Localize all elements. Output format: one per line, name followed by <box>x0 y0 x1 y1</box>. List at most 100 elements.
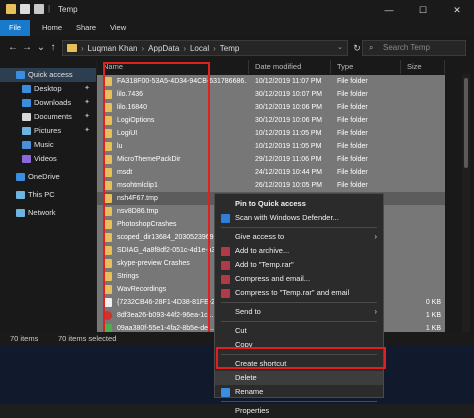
winrar-icon <box>221 247 230 256</box>
address-bar[interactable]: › Luqman Khan › AppData › Local › Temp ⌄ <box>62 40 348 56</box>
ribbon-tabs: File Home Share View <box>0 20 474 36</box>
column-header-date[interactable]: Date modified <box>249 60 331 74</box>
navigation-pane: Quick access Desktop ✦ Downloads ✦ Docum… <box>0 60 96 332</box>
breadcrumb-separator: › <box>183 44 186 53</box>
column-header-type[interactable]: Type <box>331 60 401 74</box>
sidebar-item-label: Music <box>34 140 54 149</box>
menu-item-give-access-to[interactable]: Give access to › <box>215 230 383 244</box>
table-row[interactable]: lu 10/12/2019 11:05 PM File folder <box>97 140 445 153</box>
winrar-icon <box>221 261 230 270</box>
menu-item-copy[interactable]: Copy <box>215 338 383 352</box>
column-header-name[interactable]: Name <box>97 60 249 74</box>
back-button[interactable]: ← <box>6 40 20 56</box>
menu-item-label: Scan with Windows Defender... <box>235 213 339 222</box>
close-button[interactable]: ✕ <box>440 0 474 20</box>
cell-type: File folder <box>337 156 368 163</box>
tab-file[interactable]: File <box>0 20 30 36</box>
menu-item-compress-and-email[interactable]: Compress and email... <box>215 272 383 286</box>
maximize-button[interactable]: ☐ <box>406 0 440 20</box>
sidebar-item-network[interactable]: Network <box>0 206 96 220</box>
forward-button[interactable]: → <box>20 40 34 56</box>
file-icon <box>103 298 112 307</box>
new-folder-icon[interactable] <box>34 4 44 14</box>
folder-icon <box>103 285 112 294</box>
menu-item-label: Compress and email... <box>235 274 311 283</box>
pin-icon: ✦ <box>84 127 90 134</box>
sidebar-item-pictures[interactable]: Pictures ✦ <box>0 124 96 138</box>
sidebar-item-downloads[interactable]: Downloads ✦ <box>0 96 96 110</box>
menu-item-cut[interactable]: Cut <box>215 324 383 338</box>
menu-item-label: Properties <box>235 406 270 415</box>
folder-icon <box>103 207 112 216</box>
table-row[interactable]: FA318F00-53A5-4D34-94CB-631786686... 10/1… <box>97 75 445 88</box>
desktop-icon <box>22 85 31 93</box>
menu-item-scan-with-windows-defender[interactable]: Scan with Windows Defender... <box>215 211 383 225</box>
cell-size: 1 KB <box>425 312 441 319</box>
tab-share[interactable]: Share <box>76 20 96 36</box>
sidebar-item-documents[interactable]: Documents ✦ <box>0 110 96 124</box>
menu-item-label: Create shortcut <box>235 359 287 368</box>
sidebar-item-music[interactable]: Music <box>0 138 96 152</box>
cell-name: FA318F00-53A5-4D34-94CB-631786686... <box>117 78 247 85</box>
menu-separator <box>221 401 377 402</box>
cell-type: File folder <box>337 78 368 85</box>
column-header-size[interactable]: Size <box>401 60 445 74</box>
menu-item-delete[interactable]: Delete <box>215 371 383 385</box>
breadcrumb-appdata[interactable]: AppData <box>148 43 179 54</box>
download-icon <box>22 99 31 107</box>
shield-icon <box>221 388 230 397</box>
cell-size <box>407 166 441 179</box>
sidebar-item-videos[interactable]: Videos <box>0 152 96 166</box>
cell-type: File folder <box>337 130 368 137</box>
breadcrumb-luqman-khan[interactable]: Luqman Khan <box>88 43 138 54</box>
menu-item-label: Pin to Quick access <box>235 199 306 208</box>
menu-item-add-to-archive[interactable]: Add to archive... <box>215 244 383 258</box>
menu-item-rename[interactable]: Rename <box>215 385 383 399</box>
menu-item-label: Delete <box>235 373 257 382</box>
breadcrumb-local[interactable]: Local <box>190 43 209 54</box>
tab-view[interactable]: View <box>110 20 126 36</box>
sidebar-item-onedrive[interactable]: OneDrive <box>0 170 96 184</box>
minimize-button[interactable]: — <box>372 0 406 20</box>
table-row[interactable]: msdt 24/12/2019 10:44 PM File folder <box>97 166 445 179</box>
menu-item-create-shortcut[interactable]: Create shortcut <box>215 357 383 371</box>
menu-item-send-to[interactable]: Send to › <box>215 305 383 319</box>
table-row[interactable]: lilo.7436 30/12/2019 10:07 PM File folder <box>97 88 445 101</box>
cell-size <box>407 101 441 114</box>
table-row[interactable]: LogiUI 10/12/2019 11:05 PM File folder <box>97 127 445 140</box>
tab-home[interactable]: Home <box>42 20 62 36</box>
menu-item-properties[interactable]: Properties <box>215 404 383 418</box>
table-row[interactable]: LogiOptions 30/12/2019 10:06 PM File folde… <box>97 114 445 127</box>
toolbar-separator: | <box>48 4 51 13</box>
cell-date: 30/12/2019 10:07 PM <box>255 91 322 98</box>
quick-access-toolbar: | <box>6 4 50 14</box>
cell-name: msdt <box>117 169 133 176</box>
folder-icon <box>103 155 112 164</box>
address-dropdown-icon[interactable]: ⌄ <box>337 43 343 51</box>
folder-icon <box>103 259 112 268</box>
sidebar-item-quick-access[interactable]: Quick access <box>0 68 96 82</box>
vertical-scrollbar[interactable] <box>462 74 470 332</box>
cell-name: LogiOptions <box>117 117 155 124</box>
table-row[interactable]: lilo.16840 30/12/2019 10:06 PM File folder <box>97 101 445 114</box>
menu-item-compress-to-temp-rar-and-email[interactable]: Compress to "Temp.rar" and email <box>215 286 383 300</box>
sidebar-item-desktop[interactable]: Desktop ✦ <box>0 82 96 96</box>
search-input[interactable]: ⌕ Search Temp <box>362 40 466 56</box>
sidebar-item-this-pc[interactable]: This PC <box>0 188 96 202</box>
menu-item-add-to-temp-rar[interactable]: Add to "Temp.rar" <box>215 258 383 272</box>
up-button[interactable]: ↑ <box>46 40 60 56</box>
sidebar-item-label: Videos <box>34 154 57 163</box>
cell-size <box>407 192 441 205</box>
breadcrumb-separator: › <box>141 44 145 53</box>
properties-icon[interactable] <box>20 4 30 14</box>
cloud-icon <box>16 173 25 181</box>
cell-name: lilo.16840 <box>117 104 147 111</box>
breadcrumb-temp[interactable]: Temp <box>220 43 240 54</box>
menu-separator <box>221 302 377 303</box>
menu-item-pin-to-quick-access[interactable]: Pin to Quick access <box>215 197 383 211</box>
table-row[interactable]: MicroThemePackDir 29/12/2019 11:06 PM File… <box>97 153 445 166</box>
computer-icon <box>16 191 25 199</box>
table-row[interactable]: msohtmlclip1 26/12/2019 10:05 PM File fold… <box>97 179 445 192</box>
scrollbar-thumb[interactable] <box>464 78 468 168</box>
videos-icon <box>22 155 31 163</box>
